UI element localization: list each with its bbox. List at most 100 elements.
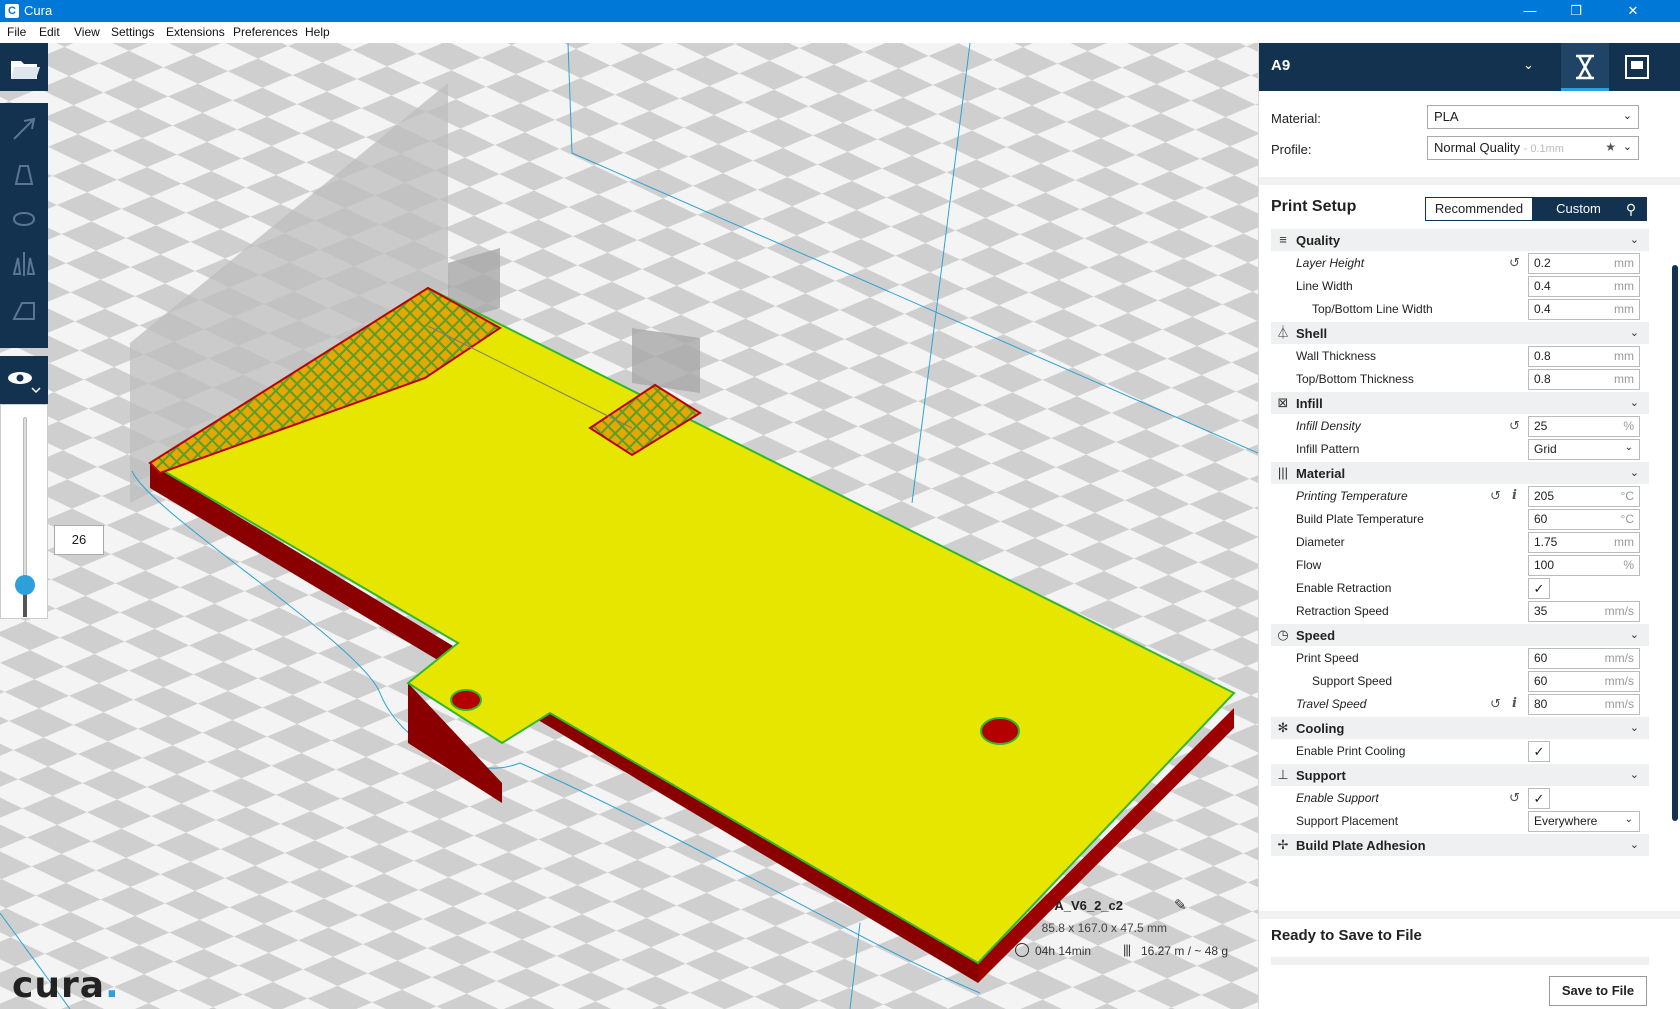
category-material[interactable]: ||| Material ⌄ <box>1271 462 1649 484</box>
setting-support-placement: Support Placement Everywhere ⌄ <box>1271 810 1649 833</box>
layer-slider-handle[interactable] <box>15 575 35 595</box>
restore-button[interactable]: ❐ <box>1553 0 1599 22</box>
menu-extensions[interactable]: Extensions <box>166 25 225 39</box>
menu-file[interactable]: File <box>7 25 26 39</box>
setting-label: Top/Bottom Line Width <box>1312 302 1433 316</box>
chevron-down-icon[interactable]: ⌄ <box>1523 57 1534 73</box>
job-name: A_V6_2_c2 <box>1054 898 1123 913</box>
move-icon[interactable] <box>8 113 40 145</box>
menu-edit[interactable]: Edit <box>39 25 60 39</box>
chevron-down-icon: ⌄ <box>1629 722 1639 734</box>
setting-enable-retraction: Enable Retraction ✓ <box>1271 577 1649 600</box>
reset-icon[interactable]: ↺ <box>1490 488 1501 504</box>
enable-print-cooling-checkbox[interactable]: ✓ <box>1528 741 1550 762</box>
layer-slider-track[interactable] <box>23 417 27 597</box>
setting-value: 0.8 <box>1534 372 1551 386</box>
enable-retraction-checkbox[interactable]: ✓ <box>1528 578 1550 599</box>
info-icon[interactable]: i <box>1512 696 1517 711</box>
support-placement-select[interactable]: Everywhere ⌄ <box>1528 811 1640 832</box>
menu-settings[interactable]: Settings <box>111 25 154 39</box>
infill-pattern-select[interactable]: Grid ⌄ <box>1528 439 1640 460</box>
wall-thickness-input[interactable]: 0.8 mm <box>1528 346 1640 367</box>
reset-icon[interactable]: ↺ <box>1509 255 1520 271</box>
window-titlebar: C Cura — ❐ ✕ <box>0 0 1680 22</box>
top-bottom-thickness-input[interactable]: 0.8 mm <box>1528 369 1640 390</box>
category-cooling[interactable]: ✻ Cooling ⌄ <box>1271 717 1649 739</box>
diameter-input[interactable]: 1.75 mm <box>1528 532 1640 553</box>
setting-unit: mm <box>1614 372 1634 386</box>
rotate-icon[interactable] <box>8 203 40 235</box>
material-dropdown[interactable]: PLA ⌄ <box>1427 105 1639 129</box>
tab-prepare[interactable] <box>1561 43 1609 91</box>
infill-density-input[interactable]: 25% <box>1528 416 1640 437</box>
category-support[interactable]: ⊥ Support ⌄ <box>1271 764 1649 786</box>
printer-selector[interactable]: A9 <box>1271 57 1290 74</box>
setting-diameter: Diameter 1.75 mm <box>1271 531 1649 554</box>
category-speed[interactable]: ◷ Speed ⌄ <box>1271 624 1649 646</box>
settings-scrollbar[interactable] <box>1672 265 1678 821</box>
menu-preferences[interactable]: Preferences <box>233 25 298 39</box>
mirror-icon[interactable] <box>8 248 40 280</box>
menu-view[interactable]: View <box>74 25 100 39</box>
open-file-button[interactable] <box>0 43 48 91</box>
travel-speed-input[interactable]: 80 mm/s <box>1528 694 1640 715</box>
per-model-settings-icon[interactable] <box>8 293 40 325</box>
profile-label: Profile: <box>1271 142 1312 157</box>
minimize-button[interactable]: — <box>1507 0 1553 22</box>
model-hole <box>980 717 1020 745</box>
scale-icon[interactable] <box>8 158 40 190</box>
menu-help[interactable]: Help <box>305 25 330 39</box>
category-label: Cooling <box>1296 721 1345 736</box>
setting-label: Enable Retraction <box>1296 581 1392 595</box>
recommended-mode-button[interactable]: Recommended <box>1425 197 1533 221</box>
tab-monitor[interactable] <box>1613 43 1661 91</box>
category-quality[interactable]: ≡ Quality ⌄ <box>1271 229 1649 251</box>
profile-dropdown[interactable]: Normal Quality - 0.1mm ★ ⌄ <box>1427 136 1639 160</box>
print-speed-input[interactable]: 60 mm/s <box>1528 648 1640 669</box>
setting-label: Infill Pattern <box>1296 442 1360 456</box>
setting-label: Travel Speed <box>1296 697 1367 711</box>
model-dimensions: 85.8 x 167.0 x 47.5 mm <box>1041 921 1167 935</box>
support-speed-input[interactable]: 60 mm/s <box>1528 671 1640 692</box>
category-build-plate-adhesion[interactable]: ✢ Build Plate Adhesion ⌄ <box>1271 834 1649 856</box>
line-width-input[interactable]: 0.4 mm <box>1528 276 1640 297</box>
flow-input[interactable]: 100% <box>1528 555 1640 576</box>
setting-unit: mm <box>1614 535 1634 549</box>
cura-logo: cura. <box>12 965 120 1006</box>
view-mode-button[interactable] <box>0 356 48 404</box>
layer-slider-lower[interactable] <box>23 593 27 617</box>
print-time: 04h 14min <box>1035 944 1092 958</box>
reset-icon[interactable]: ↺ <box>1490 696 1501 712</box>
category-infill[interactable]: ⊠ Infill ⌄ <box>1271 392 1649 414</box>
cura-logo-dot: . <box>105 965 120 1006</box>
setting-unit: mm/s <box>1604 604 1634 618</box>
monitor-icon <box>1625 55 1649 79</box>
save-to-file-button[interactable]: Save to File <box>1549 976 1647 1006</box>
category-shell[interactable]: ⏃ Shell ⌄ <box>1271 322 1649 344</box>
setting-value: 0.4 <box>1534 279 1551 293</box>
layer-height-input[interactable]: 0.2 mm <box>1528 253 1640 274</box>
info-icon[interactable]: i <box>1512 488 1517 503</box>
current-layer-input[interactable]: 26 <box>54 525 104 555</box>
setting-infill-pattern: Infill Pattern Grid ⌄ <box>1271 438 1649 461</box>
search-icon[interactable]: ⚲ <box>1615 197 1647 221</box>
reset-icon[interactable]: ↺ <box>1509 790 1520 806</box>
edit-job-name-icon[interactable]: ✎ <box>1174 896 1187 914</box>
material-value: PLA <box>1434 109 1459 124</box>
setting-flow: Flow 100% <box>1271 554 1649 577</box>
close-button[interactable]: ✕ <box>1610 0 1656 22</box>
3d-viewport[interactable] <box>0 43 1258 1009</box>
top-bottom-line-width-input[interactable]: 0.4 mm <box>1528 299 1640 320</box>
retraction-speed-input[interactable]: 35 mm/s <box>1528 601 1640 622</box>
setting-label: Diameter <box>1296 535 1345 549</box>
setting-travel-speed: Travel Speed ↺ i 80 mm/s <box>1271 693 1649 716</box>
transform-tools <box>0 103 48 348</box>
reset-icon[interactable]: ↺ <box>1509 418 1520 434</box>
enable-support-checkbox[interactable]: ✓ <box>1528 788 1550 809</box>
build-plate-temperature-input[interactable]: 60 °C <box>1528 509 1640 530</box>
chevron-down-icon: ⌄ <box>1629 629 1639 641</box>
print-setup-panel: Print Setup Recommended Custom ⚲ ≡ Quali… <box>1259 185 1680 911</box>
star-icon[interactable]: ★ <box>1605 140 1616 154</box>
printing-temperature-input[interactable]: 205 °C <box>1528 486 1640 507</box>
chevron-down-icon: ⌄ <box>1629 769 1639 781</box>
